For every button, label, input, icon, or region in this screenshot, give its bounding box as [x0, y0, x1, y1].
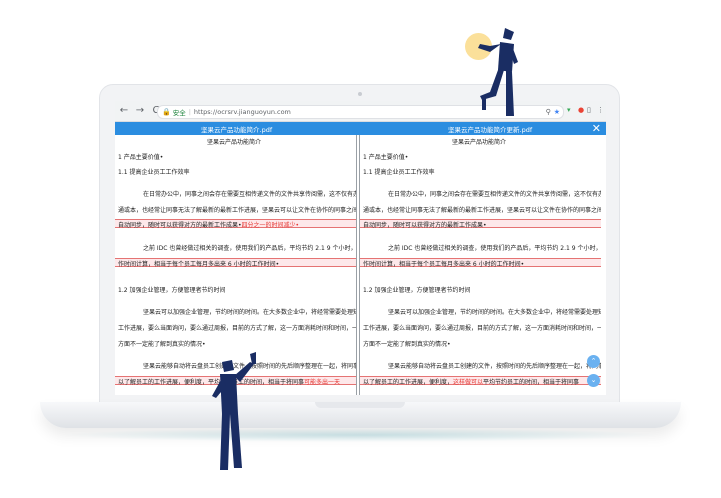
doc-line: 1 产品主要价值• [363, 154, 409, 161]
laptop-notch [315, 402, 405, 408]
doc-line: 1.2 加强企业管理，方便管理者节约时间 [363, 287, 471, 294]
separator: | [188, 108, 191, 116]
camera-dot [358, 92, 362, 96]
left-doc-title: 坚果云产品功能简介.pdf [201, 126, 273, 134]
doc-line: 1.2 加强企业管理，方便管理者节约时间 [118, 287, 226, 294]
close-icon[interactable]: ✕ [592, 122, 601, 135]
compare-header: 坚果云产品功能简介.pdf 坚果云产品功能简介更新.pdf ✕ [115, 122, 606, 135]
doc-line: 工作进展，要么当面询问，要么通过周报，目前的方式了解，这一方面消耗时间和时间，一 [363, 325, 601, 332]
doc-line: 坚果云可以加强企业管理，节约时间的时间。在大多数企业中，将经常需要处理知识工的 [143, 309, 357, 316]
standing-person-illustration [478, 28, 518, 116]
laptop-screen: ← → C 🔒 安全 | https://ocrsrv.jianguoyun.c… [115, 101, 606, 395]
star-icon[interactable]: ★ [554, 108, 560, 116]
extension-icon[interactable]: ▾ [567, 106, 571, 114]
doc-line: 在日常办公中，同事之间会存在需要互相传递文件的文件共享传阅需，这不仅有办 [143, 191, 357, 198]
doc-line: 工作进展，要么当面询问，要么通过周报，目前的方式了解，这一方面消耗时间和时间，一 [118, 325, 357, 332]
doc-line: 1.1 提高企业员工工作效率 [118, 169, 190, 176]
doc-line: 以了解员工的工作进展，便利度，这样做可以平均节约员工的时间，相当于将同事 [363, 379, 580, 386]
forward-button[interactable]: → [133, 104, 147, 118]
menu-icon[interactable]: ⋮ [597, 106, 604, 114]
save-page-icon[interactable]: ▯ [587, 106, 591, 114]
right-doc-title: 坚果云产品功能简介更新.pdf [448, 126, 533, 134]
doc-heading: 坚果云产品功能简介 [207, 139, 262, 146]
doc-line: 方面不一定能了解到真实的情况• [363, 341, 451, 348]
scroll-down-button[interactable]: ⌄ [587, 374, 600, 387]
doc-line: 在日常办公中，同事之间会存在需要互相传递文件的文件共享传阅需，这不仅有办 [388, 191, 601, 198]
right-document-pane[interactable]: 坚果云产品功能简介 1 产品主要价值• 1.1 提高企业员工工作效率 在日常办公… [359, 135, 601, 395]
doc-line: 自动同步，随时可以获得对方的最新工作成果• [363, 222, 487, 229]
doc-line: 通或本，也经常让同事无法了解最新的最新工作进展，坚果云可以让文件在协作的同事之间 [363, 207, 601, 214]
doc-line: 坚果云可以加强企业管理，节约时间的时间。在大多数企业中，将经常需要处理知识工的 [388, 309, 601, 316]
laptop-shadow [60, 428, 660, 442]
doc-line: 作时间计算，相当于每个员工每月多出来 6 小时的工作时间• [363, 261, 525, 268]
browser-toolbar: ← → C 🔒 安全 | https://ocrsrv.jianguoyun.c… [115, 101, 606, 122]
secure-label: 安全 [172, 109, 186, 117]
doc-line: 1.1 提高企业员工工作效率 [363, 169, 435, 176]
url-text[interactable]: https://ocrsrv.jianguoyun.com [194, 108, 291, 116]
doc-line: 作时间计算，相当于每个员工每月多出来 6 小时的工作时间• [118, 261, 280, 268]
doc-heading: 坚果云产品功能简介 [452, 139, 507, 146]
lock-icon: 🔒 [162, 108, 171, 116]
doc-line: 方面不一定能了解到真实的情况• [118, 341, 206, 348]
doc-line: 坚果云能够自动将云盘员工创建的文件，按照时间的先后顺序整理在一起，将同事时间 [388, 363, 601, 370]
doc-line: 1 产品主要价值• [118, 154, 164, 161]
search-icon[interactable]: ⚲ [546, 108, 551, 116]
pushing-person-illustration [212, 352, 256, 470]
doc-line: 之前 IDC 也曾经做过相关的调查，使用我们的产品后，平均节约 2.1 9 个小… [143, 245, 357, 252]
scroll-up-button[interactable]: ⌃ [587, 355, 600, 368]
doc-line: 之前 IDC 也曾经做过相关的调查，使用我们的产品后，平均节约 2.1 9 个小… [388, 245, 601, 252]
evernote-icon[interactable]: ● [578, 106, 584, 114]
doc-line: 自动同步，随时可以获得对方的最新工作成果•四分之一的时间减少• [118, 222, 300, 229]
doc-line: 通或本，也经常让同事无法了解最新的最新工作进展，坚果云可以让文件在协作的同事之间 [118, 207, 357, 214]
back-button[interactable]: ← [117, 104, 131, 118]
